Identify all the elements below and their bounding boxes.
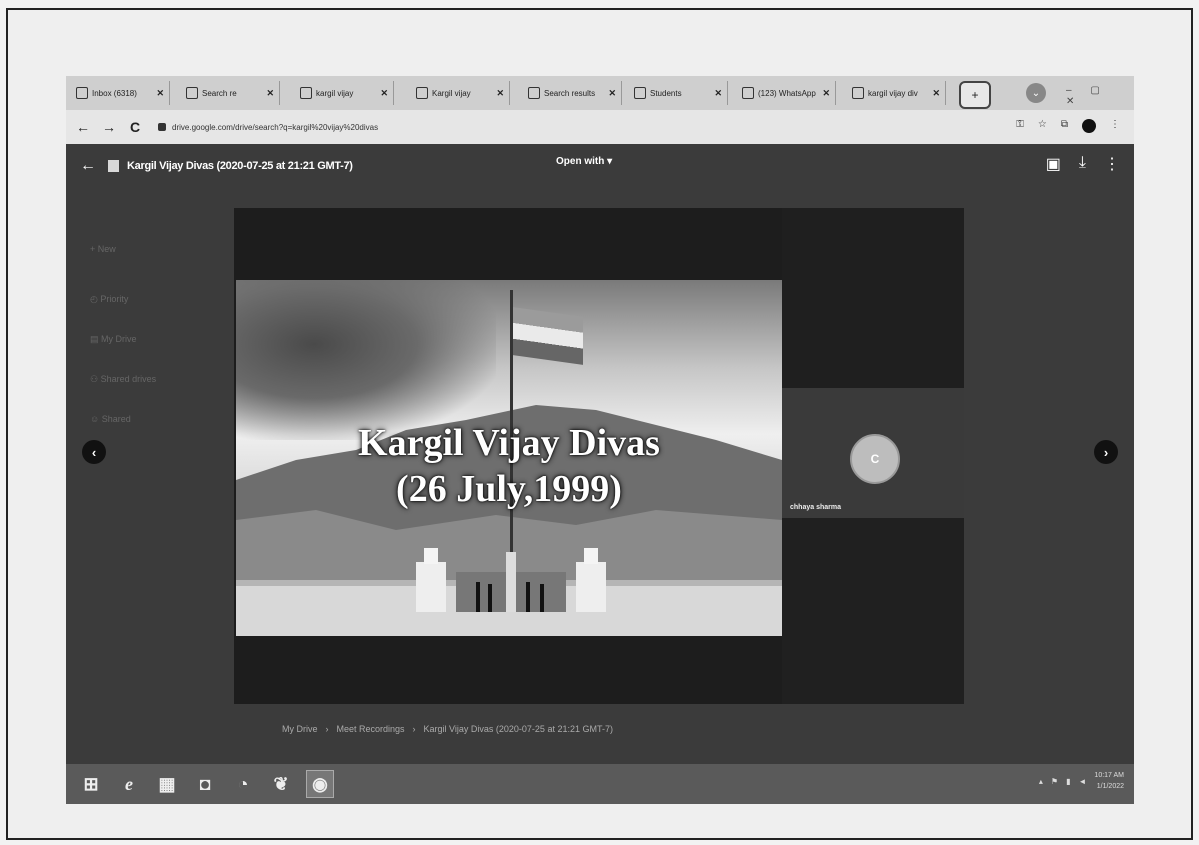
close-icon[interactable]: ✕	[608, 88, 616, 99]
participant-tile	[782, 518, 964, 704]
google-icon	[852, 87, 864, 99]
key-icon[interactable]: ⚿	[1016, 119, 1024, 133]
participant-name: chhaya sharma	[790, 504, 841, 511]
clock-time: 10:17 AM	[1094, 772, 1124, 779]
address-bar[interactable]: drive.google.com/drive/search?q=kargil%2…	[158, 117, 998, 137]
add-comment-icon[interactable]: ▣	[1046, 154, 1061, 174]
download-icon[interactable]: ⤓	[1079, 154, 1086, 174]
participant-avatar: C	[850, 434, 900, 484]
presentation-slide: Kargil Vijay Divas (26 July,1999)	[236, 280, 782, 636]
video-frame[interactable]: Kargil Vijay Divas (26 July,1999)	[234, 208, 782, 704]
windows-start-icon[interactable]: ⊞	[78, 771, 104, 797]
window-controls[interactable]: – ▢ ✕	[1066, 85, 1134, 107]
browser-tab[interactable]: Students ✕	[628, 81, 728, 105]
drive-icon	[528, 87, 540, 99]
windows-taskbar: ⊞ e ▦ ◘ ◔ ❦ ◉ ▴ ⚑ ▮ ◄ 10:17 AM 1/1/2022	[66, 764, 1134, 804]
slides-icon	[416, 87, 428, 99]
profile-avatar[interactable]	[1082, 119, 1096, 133]
browser-tab[interactable]: Search results ✕	[522, 81, 622, 105]
clock-date: 1/1/2022	[1096, 783, 1124, 790]
slides-icon	[300, 87, 312, 99]
browser-toolbar: ← → C drive.google.com/drive/search?q=ka…	[66, 110, 1134, 144]
tray-arrow-icon[interactable]: ▴	[1039, 777, 1043, 786]
file-title: Kargil Vijay Divas (2020-07-25 at 21:21 …	[127, 160, 353, 172]
slide-title: Kargil Vijay Divas (26 July,1999)	[236, 420, 782, 512]
volume-icon[interactable]: ◄	[1079, 777, 1087, 786]
close-icon[interactable]: ✕	[496, 88, 504, 99]
close-icon[interactable]: ✕	[266, 88, 274, 99]
app-icon[interactable]: ❦	[268, 771, 294, 797]
breadcrumb-item[interactable]: Meet Recordings	[337, 724, 405, 734]
slide-title-line-1: Kargil Vijay Divas	[358, 422, 660, 464]
star-icon[interactable]: ☆	[1038, 119, 1047, 133]
tab-search-icon[interactable]: ⌄	[1026, 83, 1046, 103]
close-icon[interactable]: ✕	[156, 88, 164, 99]
browser-tab-strip: Inbox (6318) ✕ Search re ✕ kargil vijay ✕ K…	[66, 76, 1134, 110]
open-with-button[interactable]: Open with ▾	[556, 156, 612, 167]
chevron-right-icon: ›	[325, 724, 329, 734]
browser-tab[interactable]: Search re ✕	[180, 81, 280, 105]
close-icon[interactable]: ✕	[714, 88, 722, 99]
meet-participant-panel: C chhaya sharma	[782, 208, 964, 704]
more-options-icon[interactable]: ⋮	[1104, 154, 1120, 174]
ghost-new-button: + New	[90, 244, 116, 254]
extensions-icon[interactable]: ⧉	[1061, 119, 1068, 133]
browser-tab[interactable]: kargil vijay ✕	[294, 81, 394, 105]
clock[interactable]: 10:17 AM 1/1/2022	[1094, 770, 1124, 792]
monitor-screen: Inbox (6318) ✕ Search re ✕ kargil vijay ✕ K…	[66, 76, 1134, 804]
ghost-sidebar: ⚇ Shared drives	[90, 374, 157, 384]
browser-tab[interactable]: Kargil vijay ✕	[410, 81, 510, 105]
browser-tab[interactable]: Inbox (6318) ✕	[70, 81, 170, 105]
media-player-icon[interactable]: ◔	[230, 771, 256, 797]
close-icon[interactable]: ✕	[822, 88, 830, 99]
participant-tile	[782, 208, 964, 388]
flag-icon[interactable]: ⚑	[1051, 777, 1058, 786]
internet-explorer-icon[interactable]: e	[116, 771, 142, 797]
war-memorial	[416, 548, 606, 612]
url-text: drive.google.com/drive/search?q=kargil%2…	[172, 122, 379, 132]
whatsapp-icon	[742, 87, 754, 99]
viewer-actions: ▣ ⤓ ⋮	[1046, 154, 1120, 174]
store-icon[interactable]: ◘	[192, 771, 218, 797]
slide-title-line-2: (26 July,1999)	[396, 468, 622, 510]
back-arrow-icon[interactable]: ←	[80, 157, 96, 175]
previous-file-button[interactable]: ‹	[82, 440, 106, 464]
ghost-sidebar: ▤ My Drive	[90, 334, 137, 344]
file-explorer-icon[interactable]: ▦	[154, 771, 180, 797]
chrome-icon[interactable]: ◉	[306, 770, 334, 798]
browser-tab[interactable]: (123) WhatsApp ✕	[736, 81, 836, 105]
back-button[interactable]: ←	[74, 119, 92, 135]
network-icon[interactable]: ▮	[1066, 777, 1070, 786]
breadcrumb-item[interactable]: My Drive	[282, 724, 318, 734]
flag	[513, 307, 583, 365]
lock-icon	[158, 123, 166, 131]
new-tab-button[interactable]: +	[959, 81, 991, 109]
drive-icon	[186, 87, 198, 99]
drive-file-viewer: + New ◴ Priority ▤ My Drive ⚇ Shared dri…	[66, 144, 1134, 764]
next-file-button[interactable]: ›	[1094, 440, 1118, 464]
reload-button[interactable]: C	[126, 119, 144, 135]
ghost-sidebar: ☺ Shared	[90, 414, 131, 424]
forward-button[interactable]: →	[100, 119, 118, 135]
browser-tab[interactable]: kargil vijay div ✕	[846, 81, 946, 105]
viewer-header: ← Kargil Vijay Divas (2020-07-25 at 21:2…	[66, 144, 1134, 188]
gmail-icon	[76, 87, 88, 99]
breadcrumb-item[interactable]: Kargil Vijay Divas (2020-07-25 at 21:21 …	[424, 724, 613, 734]
menu-icon[interactable]: ⋮	[1110, 119, 1120, 133]
close-icon[interactable]: ✕	[932, 88, 940, 99]
video-file-icon	[108, 160, 119, 172]
chevron-right-icon: ›	[412, 724, 416, 734]
system-tray: ▴ ⚑ ▮ ◄ 10:17 AM 1/1/2022	[1039, 770, 1124, 792]
ghost-sidebar: ◴ Priority	[90, 294, 129, 304]
toolbar-icons: ⚿ ☆ ⧉ ⋮	[1016, 119, 1120, 133]
breadcrumb: My Drive › Meet Recordings › Kargil Vija…	[282, 724, 613, 734]
drive-icon	[634, 87, 646, 99]
close-icon[interactable]: ✕	[380, 88, 388, 99]
